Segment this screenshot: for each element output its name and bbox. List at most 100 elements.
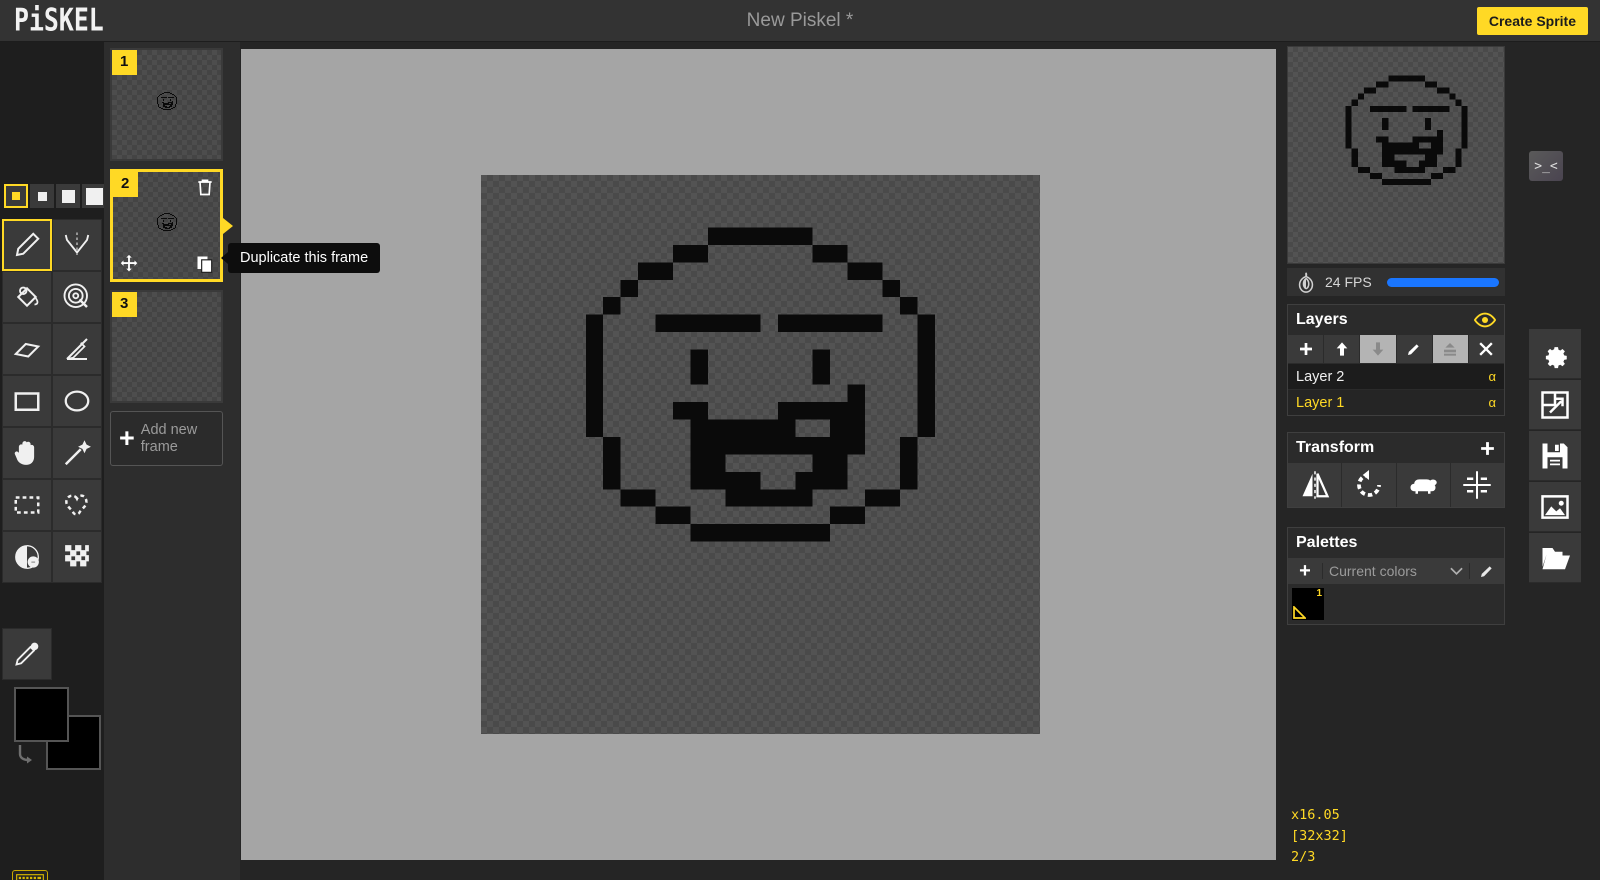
arrow-up-icon — [1336, 342, 1348, 356]
settings-button[interactable] — [1529, 329, 1581, 379]
palettes-header: Palettes — [1288, 528, 1504, 558]
move-frame-icon[interactable] — [118, 253, 140, 275]
palette-color-swatch[interactable]: 1 — [1292, 588, 1324, 620]
save-button[interactable] — [1529, 431, 1581, 481]
layer-item-layer-1[interactable]: Layer 1 α — [1288, 389, 1504, 415]
canvas-stage[interactable] — [241, 49, 1276, 860]
eye-icon[interactable] — [1474, 312, 1496, 328]
add-new-frame-button[interactable]: + Add new frame — [110, 411, 223, 466]
palette-selector-row: + Current colors — [1288, 558, 1504, 584]
palette-selected-label: Current colors — [1329, 563, 1417, 579]
pen-size-3[interactable] — [56, 184, 80, 208]
add-layer-button[interactable] — [1288, 335, 1325, 363]
layer-actions — [1288, 335, 1505, 363]
lighten-tool[interactable] — [2, 531, 52, 583]
plus-icon: + — [119, 423, 135, 453]
dither-icon — [65, 545, 89, 567]
onion-skin-icon — [1298, 272, 1314, 293]
clone-button[interactable] — [1396, 463, 1451, 507]
onion-skin-button[interactable] — [1287, 268, 1325, 296]
pencil-icon — [1481, 566, 1492, 577]
image-icon — [1541, 494, 1569, 519]
pen-size-4[interactable] — [82, 184, 106, 208]
palettes-title: Palettes — [1296, 534, 1358, 551]
rotate-ccw-icon — [1357, 470, 1381, 497]
layer-item-layer-2[interactable]: Layer 2 α — [1288, 363, 1504, 389]
center-button[interactable] — [1450, 463, 1504, 507]
animation-preview[interactable] — [1287, 46, 1505, 264]
drawing-canvas[interactable] — [481, 175, 1040, 734]
lasso-select-tool[interactable] — [52, 479, 102, 531]
flip-horizontal-icon — [1302, 471, 1329, 499]
marquee-icon — [14, 496, 40, 514]
color-picker-tool[interactable] — [2, 628, 52, 680]
document-title: New Piskel * — [746, 9, 854, 31]
edit-palette-button[interactable] — [1470, 563, 1504, 579]
export-button[interactable] — [1529, 482, 1581, 532]
pencil-icon — [1408, 344, 1419, 355]
plus-icon — [1299, 343, 1312, 355]
hand-icon — [14, 441, 35, 465]
dithering-tool[interactable] — [52, 531, 102, 583]
move-layer-down-button[interactable] — [1360, 335, 1397, 363]
rename-layer-button[interactable] — [1396, 335, 1433, 363]
layer-opacity-toggle[interactable]: α — [1488, 395, 1496, 410]
rectangle-tool[interactable] — [2, 375, 52, 427]
collapse-panel-button[interactable]: >_< — [1529, 151, 1563, 181]
delete-layer-button[interactable] — [1468, 335, 1505, 363]
sprite-size: [32x32] — [1291, 828, 1348, 845]
pen-tool[interactable] — [2, 219, 52, 271]
frame-item-1[interactable]: 1 — [110, 48, 223, 161]
layers-title: Layers — [1296, 311, 1348, 328]
fps-slider[interactable] — [1387, 277, 1499, 287]
pen-size-2[interactable] — [30, 184, 54, 208]
primary-color-swatch[interactable] — [14, 687, 69, 742]
layer-opacity-toggle[interactable]: α — [1488, 369, 1496, 384]
move-layer-up-button[interactable] — [1324, 335, 1361, 363]
palette-dropdown[interactable]: Current colors — [1322, 563, 1470, 579]
selected-frame-caret — [223, 217, 233, 234]
circle-tool[interactable] — [52, 375, 102, 427]
line-icon — [66, 338, 88, 360]
magic-wand-tool[interactable] — [52, 427, 102, 479]
stroke-tool[interactable] — [52, 323, 102, 375]
paint-all-icon — [63, 283, 88, 308]
delete-frame-icon[interactable] — [195, 177, 215, 197]
circle-icon — [64, 390, 90, 412]
magic-wand-icon — [64, 440, 91, 466]
layers-header: Layers — [1288, 305, 1504, 335]
pencil-icon — [15, 232, 40, 257]
paint-bucket-icon — [16, 286, 39, 308]
frame-number: 1 — [112, 50, 138, 75]
piskel-editor: PiSKEL New Piskel * Create Sprite 1 2 3 … — [0, 0, 1600, 880]
keyboard-shortcuts-button[interactable] — [12, 870, 48, 880]
lasso-icon — [65, 494, 88, 516]
eraser-tool[interactable] — [2, 323, 52, 375]
paint-all-similar-tool[interactable] — [52, 271, 102, 323]
eyedropper-icon — [15, 642, 39, 666]
open-button[interactable] — [1529, 533, 1581, 583]
pen-size-1[interactable] — [4, 184, 28, 208]
fps-label: 24 FPS — [1325, 274, 1372, 290]
frame-item-2[interactable]: 2 — [110, 169, 233, 282]
merge-layer-button[interactable] — [1432, 335, 1469, 363]
swap-colors-icon[interactable] — [16, 743, 42, 765]
rectangle-select-tool[interactable] — [2, 479, 52, 531]
app-header: PiSKEL New Piskel * Create Sprite — [0, 0, 1600, 42]
vertical-mirror-pen-tool[interactable] — [52, 219, 102, 271]
paint-bucket-tool[interactable] — [2, 271, 52, 323]
plus-icon[interactable] — [1479, 440, 1496, 457]
palettes-panel: Palettes + Current colors 1 — [1287, 527, 1505, 625]
move-tool[interactable] — [2, 427, 52, 479]
duplicate-frame-icon[interactable] — [195, 254, 215, 274]
floppy-disk-icon — [1542, 443, 1568, 468]
rotate-button[interactable] — [1342, 463, 1397, 507]
lighten-darken-icon — [15, 545, 39, 569]
selected-color-marker — [1293, 606, 1306, 619]
resize-button[interactable] — [1529, 380, 1581, 430]
flip-horizontal-button[interactable] — [1288, 463, 1343, 507]
add-palette-button[interactable]: + — [1288, 560, 1322, 583]
create-sprite-button[interactable]: Create Sprite — [1476, 7, 1588, 35]
frame-item-3[interactable]: 3 — [110, 290, 223, 403]
color-swatches — [10, 687, 101, 770]
